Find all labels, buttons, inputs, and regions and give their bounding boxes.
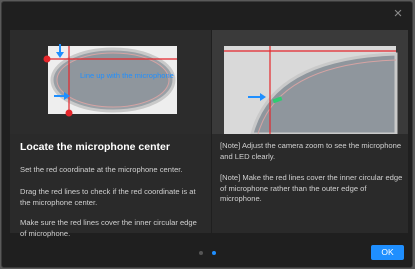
ok-button[interactable]: OK <box>371 245 404 260</box>
vertical-handle <box>65 109 73 117</box>
illustration-right <box>212 30 408 134</box>
instruction-3: Make sure the red lines cover the inner … <box>20 218 197 238</box>
illustration-left: Line up with the microphone <box>10 30 211 134</box>
note-1: [Note] Adjust the camera zoom to see the… <box>220 141 402 161</box>
page-dot-2[interactable] <box>211 251 216 255</box>
instruction-2: Drag the red lines to check if the red c… <box>20 187 196 207</box>
note-2: [Note] Make the red lines cover the inne… <box>220 173 403 203</box>
tutorial-dialog: × Line up with the microphone Locate the… <box>1 1 413 268</box>
page-dot-1[interactable] <box>198 251 203 255</box>
horizontal-handle <box>43 55 51 63</box>
tutorial-card-right: [Note] Adjust the camera zoom to see the… <box>212 30 408 233</box>
close-icon[interactable]: × <box>390 6 406 22</box>
instruction-1: Set the red coordinate at the microphone… <box>20 165 183 174</box>
card-heading: Locate the microphone center <box>20 141 170 153</box>
overlay-label: Line up with the microphone <box>80 71 174 80</box>
page-indicator <box>2 249 412 257</box>
tutorial-card-left: Line up with the microphone Locate the m… <box>10 30 211 238</box>
